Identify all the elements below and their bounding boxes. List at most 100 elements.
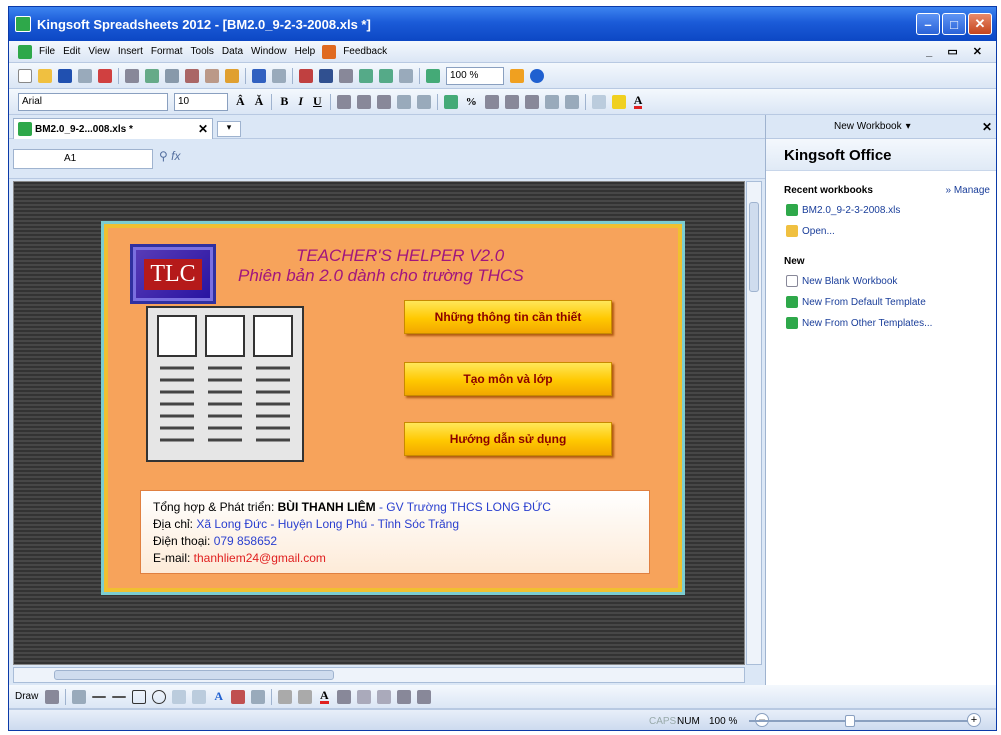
fx-icon[interactable]: ⚲ fx [159, 149, 219, 163]
maximize-button[interactable]: □ [942, 13, 966, 35]
zoom-slider[interactable] [749, 715, 969, 727]
font-name-combo[interactable]: Arial [18, 92, 168, 111]
align-left-icon[interactable] [336, 94, 351, 109]
italic-icon[interactable]: I [298, 94, 303, 109]
chevron-down-icon[interactable]: ▾ [906, 121, 911, 132]
close-button[interactable]: ✕ [968, 13, 992, 35]
sum-icon[interactable] [339, 68, 353, 83]
draw-font-color-icon[interactable]: A [320, 689, 329, 704]
menu-feedback[interactable]: Feedback [339, 46, 391, 57]
paste-icon[interactable] [205, 68, 219, 83]
chart-icon[interactable] [426, 68, 440, 83]
fill-icon[interactable] [278, 689, 293, 704]
clipart-icon[interactable] [231, 689, 246, 704]
increase-decimal-icon[interactable] [504, 94, 519, 109]
name-box[interactable]: A1 [13, 149, 153, 169]
open-icon[interactable] [38, 68, 52, 83]
zoom-in-icon[interactable]: + [967, 713, 981, 727]
info-button[interactable]: Những thông tin cần thiết [404, 300, 612, 334]
menu-tools[interactable]: Tools [187, 46, 218, 57]
wrap-icon[interactable] [416, 94, 431, 109]
manage-link[interactable]: » Manage [946, 185, 990, 196]
shrink-font-icon[interactable]: Ǎ [255, 94, 264, 109]
outdent-icon[interactable] [544, 94, 559, 109]
print-icon[interactable] [125, 68, 139, 83]
arrow-icon[interactable] [112, 695, 127, 698]
filter-icon[interactable] [399, 68, 413, 83]
align-right-icon[interactable] [376, 94, 391, 109]
format-painter-icon[interactable] [225, 68, 239, 83]
home-icon[interactable] [510, 68, 524, 83]
menu-help[interactable]: Help [291, 46, 320, 57]
minimize-button[interactable]: – [916, 13, 940, 35]
copy-icon[interactable] [165, 68, 179, 83]
font-color-icon[interactable]: A [633, 94, 643, 109]
sort-desc-icon[interactable] [379, 68, 393, 83]
new-blank-link[interactable]: New Blank Workbook [766, 271, 996, 292]
zoom-combo[interactable]: 100 % [446, 66, 504, 85]
pdf-icon[interactable] [98, 68, 112, 83]
menu-insert[interactable]: Insert [114, 46, 147, 57]
open-link[interactable]: Open... [766, 221, 996, 242]
indent-icon[interactable] [564, 94, 579, 109]
menu-data[interactable]: Data [218, 46, 247, 57]
save-icon[interactable] [58, 68, 72, 83]
currency-icon[interactable] [443, 94, 458, 109]
arrow-style-icon[interactable] [376, 689, 391, 704]
menu-format[interactable]: Format [147, 46, 187, 57]
draw-menu[interactable]: Draw [15, 691, 38, 702]
line-icon[interactable] [92, 695, 107, 698]
3d-icon[interactable] [416, 689, 431, 704]
fill-color-icon[interactable] [611, 94, 626, 109]
undo-icon[interactable] [252, 68, 266, 83]
percent-icon[interactable]: % [466, 96, 477, 108]
picture-icon[interactable] [251, 689, 266, 704]
dash-style-icon[interactable] [356, 689, 371, 704]
textbox-icon[interactable] [172, 689, 187, 704]
close-pane-icon[interactable]: ✕ [982, 120, 992, 134]
help-icon[interactable] [530, 68, 544, 83]
wordart-icon[interactable]: A [214, 689, 223, 704]
close-tab-icon[interactable]: ✕ [198, 122, 208, 136]
sheet-area[interactable]: TLC TEACHER'S HELPER V2.0 Phiên bản 2.0 … [13, 181, 745, 665]
menu-view[interactable]: View [84, 46, 114, 57]
oval-icon[interactable] [152, 689, 167, 704]
author-email[interactable]: thanhliem24@gmail.com [194, 551, 326, 565]
doc-window-controls[interactable]: _ ▭ ✕ [926, 45, 988, 58]
menu-file[interactable]: File [35, 46, 59, 57]
new-tab-button[interactable]: ▾ [217, 121, 241, 137]
merge-icon[interactable] [396, 94, 411, 109]
comma-icon[interactable] [484, 94, 499, 109]
sort-asc-icon[interactable] [359, 68, 373, 83]
new-default-template-link[interactable]: New From Default Template [766, 292, 996, 313]
underline-icon[interactable]: U [313, 94, 322, 109]
align-center-icon[interactable] [356, 94, 371, 109]
menu-window[interactable]: Window [247, 46, 291, 57]
recent-file-link[interactable]: BM2.0_9-2-3-2008.xls [766, 200, 996, 221]
autoshapes-icon[interactable] [72, 689, 87, 704]
create-subject-class-button[interactable]: Tạo môn và lớp [404, 362, 612, 396]
insert-rows-icon[interactable] [299, 68, 313, 83]
borders-icon[interactable] [591, 94, 606, 109]
line-style-icon[interactable] [336, 689, 351, 704]
task-pane-selector[interactable]: New Workbook [834, 121, 902, 132]
select-arrow-icon[interactable] [45, 689, 60, 704]
bold-icon[interactable]: B [280, 94, 288, 109]
redo-icon[interactable] [272, 68, 286, 83]
function-icon[interactable] [319, 68, 333, 83]
vertical-scrollbar[interactable] [746, 181, 762, 665]
menu-edit[interactable]: Edit [59, 46, 84, 57]
shadow-icon[interactable] [396, 689, 411, 704]
new-other-templates-link[interactable]: New From Other Templates... [766, 313, 996, 334]
grow-font-icon[interactable]: Â [236, 94, 245, 109]
rectangle-icon[interactable] [132, 689, 147, 704]
font-size-combo[interactable]: 10 [174, 92, 228, 111]
new-icon[interactable] [18, 68, 32, 83]
line-color-icon[interactable] [298, 689, 313, 704]
decrease-decimal-icon[interactable] [524, 94, 539, 109]
print-preview-icon[interactable] [145, 68, 159, 83]
horizontal-scrollbar[interactable] [13, 667, 745, 683]
mail-icon[interactable] [78, 68, 92, 83]
vertical-textbox-icon[interactable] [192, 689, 207, 704]
workbook-tab[interactable]: BM2.0_9-2...008.xls * ✕ [13, 118, 213, 139]
